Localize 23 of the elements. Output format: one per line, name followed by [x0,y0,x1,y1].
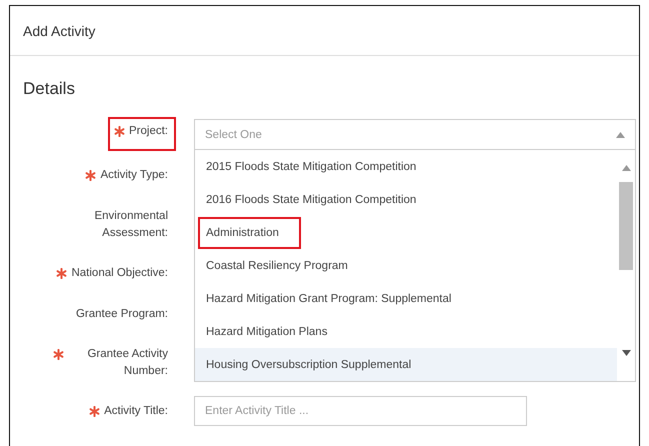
window-title: Add Activity [23,22,96,38]
activity-title-field[interactable]: Enter Activity Title ... [194,396,527,426]
field-label: Grantee Program: [76,306,168,322]
option-label: Hazard Mitigation Plans [205,324,328,340]
scrollbar-thumb[interactable] [619,182,633,270]
select-placeholder: Select One [205,128,262,140]
option-label: Coastal Resiliency Program [205,258,349,274]
field-label: Activity Title: [104,404,168,418]
field-label: Environmental Assessment: [93,209,168,241]
dropdown-option[interactable]: Housing Oversubscription Supplemental [195,348,617,381]
caret-icon [616,132,625,138]
option-label: Administration [200,218,299,246]
option-label: Housing Oversubscription Supplemental [205,358,412,372]
field-label: Project: [129,124,168,139]
field-label: National Objective: [71,266,168,280]
field-label: Grantee Activity Number: [86,347,168,379]
option-label: 2016 Floods State Mitigation Competition [205,192,418,208]
field-label: Activity Type: [100,168,168,182]
section-title: Details [23,79,75,98]
scroll-up-arrow[interactable] [622,165,630,171]
option-label: Hazard Mitigation Grant Program: Supplemental [205,292,452,306]
option-label: 2015 Floods State Mitigation Competition [205,160,418,174]
scroll-down-arrow[interactable] [622,350,630,356]
